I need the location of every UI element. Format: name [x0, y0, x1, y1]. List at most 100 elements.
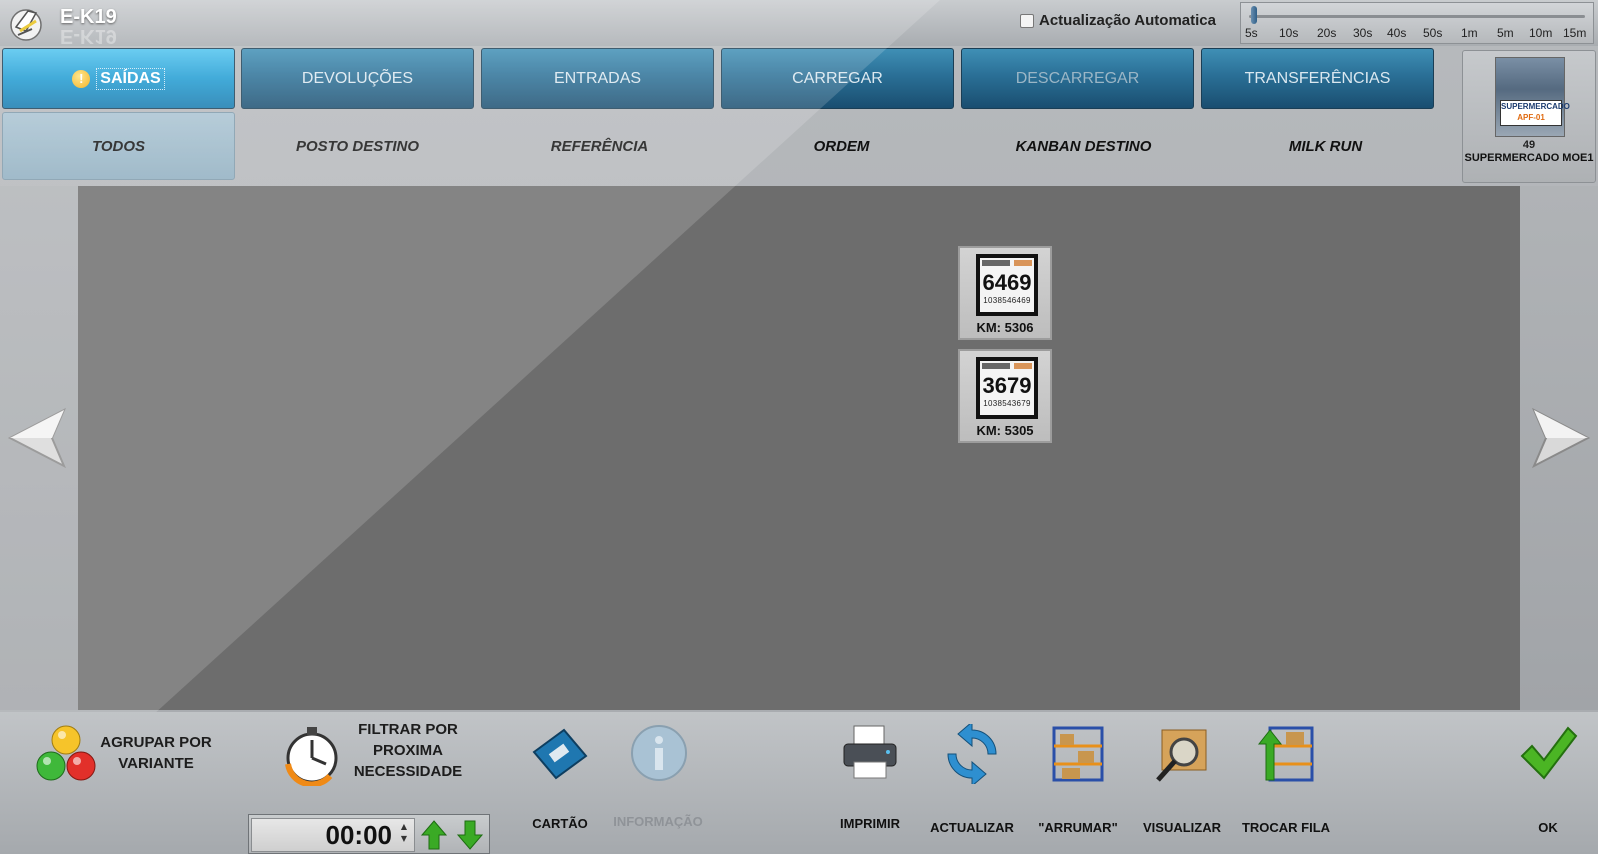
- tab-label: TRANSFERÊNCIAS: [1244, 69, 1391, 87]
- bottom-toolbar: [0, 712, 1598, 854]
- tab-label: SAÍDAS: [96, 67, 165, 90]
- slider-tick: 30s: [1353, 26, 1373, 40]
- next-page-arrow-icon[interactable]: [1528, 406, 1592, 470]
- stopwatch-icon: [285, 727, 338, 786]
- kanban-barcode: 1038546469: [983, 296, 1031, 305]
- group-by-variant-button[interactable]: AGRUPAR POR VARIANTE: [30, 724, 220, 788]
- time-filter-control: 00:00 ▲ ▼: [248, 814, 490, 854]
- group-by-variant-label: AGRUPAR POR VARIANTE: [100, 734, 212, 772]
- switch-queue-button[interactable]: TROCAR FILA: [1236, 720, 1336, 840]
- slider-thumb[interactable]: [1251, 6, 1257, 24]
- filter-posto-destino[interactable]: POSTO DESTINO: [241, 112, 474, 180]
- filter-label: POSTO DESTINO: [295, 137, 420, 155]
- filter-label: REFERÊNCIA: [550, 137, 649, 155]
- slider-tick: 40s: [1387, 26, 1407, 40]
- print-label: IMPRIMIR: [840, 816, 900, 831]
- time-spinner[interactable]: ▲ ▼: [397, 821, 411, 845]
- card-label: CARTÃO: [532, 816, 588, 831]
- tab-transferencias[interactable]: TRANSFERÊNCIAS: [1201, 48, 1434, 109]
- arrow-down-icon[interactable]: [455, 819, 485, 851]
- filter-by-need-label-3: NECESSIDADE: [353, 763, 463, 780]
- refresh-label: ACTUALIZAR: [930, 820, 1014, 835]
- card-button[interactable]: CARTÃO: [522, 724, 598, 840]
- slider-tick: 10m: [1529, 26, 1553, 40]
- arrange-button[interactable]: "ARRUMAR": [1030, 720, 1126, 840]
- slider-tick: 5s: [1245, 26, 1258, 40]
- slider-tick: 15m: [1563, 26, 1587, 40]
- kanban-number: 6469: [982, 270, 1032, 295]
- supermarket-sign-title: SUPERMERCADO: [1501, 102, 1570, 111]
- printer-icon: [843, 725, 897, 779]
- slider-tick: 50s: [1423, 26, 1443, 40]
- view-button[interactable]: VISUALIZAR: [1134, 720, 1230, 840]
- kanban-card-face: 3679 1038543679: [976, 357, 1038, 419]
- slider-tick: 1m: [1461, 26, 1478, 40]
- slider-track: [1249, 15, 1585, 18]
- kanban-barcode: 1038543679: [983, 399, 1031, 408]
- app-title-reflection: E-K19: [60, 25, 117, 47]
- refresh-icon: [947, 724, 997, 784]
- tab-label: DEVOLUÇÕES: [301, 69, 414, 87]
- previous-page-arrow-icon[interactable]: [6, 406, 70, 470]
- info-icon: [631, 725, 687, 781]
- kanban-board: [78, 186, 1520, 710]
- tab-saidas[interactable]: ! SAÍDAS: [2, 48, 235, 109]
- arrow-up-icon[interactable]: [419, 819, 449, 851]
- slider-tick: 20s: [1317, 26, 1337, 40]
- auto-update-checkbox[interactable]: [1020, 13, 1034, 28]
- arrange-label: "ARRUMAR": [1038, 820, 1118, 835]
- kanban-km: KM: 5306: [976, 320, 1034, 335]
- supermarket-count: 49: [1522, 139, 1536, 151]
- checkmark-icon: [1520, 726, 1578, 780]
- tab-devolucoes[interactable]: DEVOLUÇÕES: [241, 48, 474, 109]
- filter-kanban-destino[interactable]: KANBAN DESTINO: [967, 112, 1200, 180]
- info-button[interactable]: INFORMAÇÃO: [612, 724, 704, 840]
- supermarket-selector[interactable]: SUPERMERCADO APF-01 49 SUPERMERCADO MOE1: [1462, 50, 1596, 183]
- supermarket-sign: SUPERMERCADO APF-01: [1500, 100, 1570, 126]
- switch-queue-label: TROCAR FILA: [1241, 820, 1331, 835]
- filter-label: TODOS: [91, 137, 146, 155]
- refresh-interval-slider[interactable]: 5s 10s 20s 30s 40s 50s 1m 5m 10m 15m: [1240, 2, 1594, 44]
- slider-tick: 10s: [1279, 26, 1299, 40]
- filter-by-need-label-2: PROXIMA: [372, 742, 443, 759]
- switch-queue-icon: [1257, 726, 1314, 782]
- supermarket-image: SUPERMERCADO APF-01: [1495, 57, 1570, 137]
- ok-button[interactable]: OK: [1516, 724, 1580, 840]
- kanban-card[interactable]: 3679 1038543679 KM: 5305: [958, 349, 1052, 443]
- filter-by-need-button[interactable]: FILTRAR POR PROXIMA NECESSIDADE: [280, 720, 480, 800]
- supermarket-sign-code: APF-01: [1517, 113, 1545, 122]
- tab-descarregar[interactable]: DESCARREGAR: [961, 48, 1194, 109]
- filter-label: KANBAN DESTINO: [1015, 137, 1152, 155]
- slider-tick: 5m: [1497, 26, 1514, 40]
- filter-referencia[interactable]: REFERÊNCIA: [483, 112, 716, 180]
- app-logo-icon: [6, 3, 46, 43]
- auto-update-label: Actualização Automatica: [1039, 12, 1216, 29]
- refresh-button[interactable]: ACTUALIZAR: [924, 720, 1020, 840]
- filter-label: ORDEM: [813, 137, 870, 155]
- magnifier-box-icon: [1156, 729, 1207, 782]
- info-label: INFORMAÇÃO: [613, 814, 703, 829]
- filter-label: MILK RUN: [1288, 137, 1363, 155]
- kanban-km: KM: 5305: [976, 423, 1034, 438]
- header-bar: E-K19 E-K19 Actualização Automatica 5s 1…: [0, 0, 1598, 47]
- time-input[interactable]: 00:00: [251, 818, 415, 852]
- warning-icon: !: [72, 69, 91, 88]
- tab-label: ENTRADAS: [553, 69, 642, 87]
- print-button[interactable]: IMPRIMIR: [832, 720, 908, 840]
- app-window: E-K19 E-K19 Actualização Automatica 5s 1…: [0, 0, 1598, 854]
- filter-todos[interactable]: TODOS: [2, 112, 235, 180]
- filter-ordem[interactable]: ORDEM: [725, 112, 958, 180]
- supermarket-name: SUPERMERCADO MOE1: [1464, 152, 1594, 164]
- tab-label: DESCARREGAR: [1015, 69, 1140, 87]
- filter-milk-run[interactable]: MILK RUN: [1209, 112, 1442, 180]
- kanban-card[interactable]: 6469 1038546469 KM: 5306: [958, 246, 1052, 340]
- tab-entradas[interactable]: ENTRADAS: [481, 48, 714, 109]
- card-icon: [532, 728, 588, 780]
- filter-by-need-label-1: FILTRAR POR: [358, 721, 458, 738]
- kanban-card-face: 6469 1038546469: [976, 254, 1038, 316]
- tab-label: CARREGAR: [792, 69, 883, 87]
- shelving-icon: [1052, 726, 1104, 782]
- auto-update-toggle[interactable]: Actualização Automatica: [1020, 12, 1216, 29]
- view-label: VISUALIZAR: [1143, 820, 1221, 835]
- tab-carregar[interactable]: CARREGAR: [721, 48, 954, 109]
